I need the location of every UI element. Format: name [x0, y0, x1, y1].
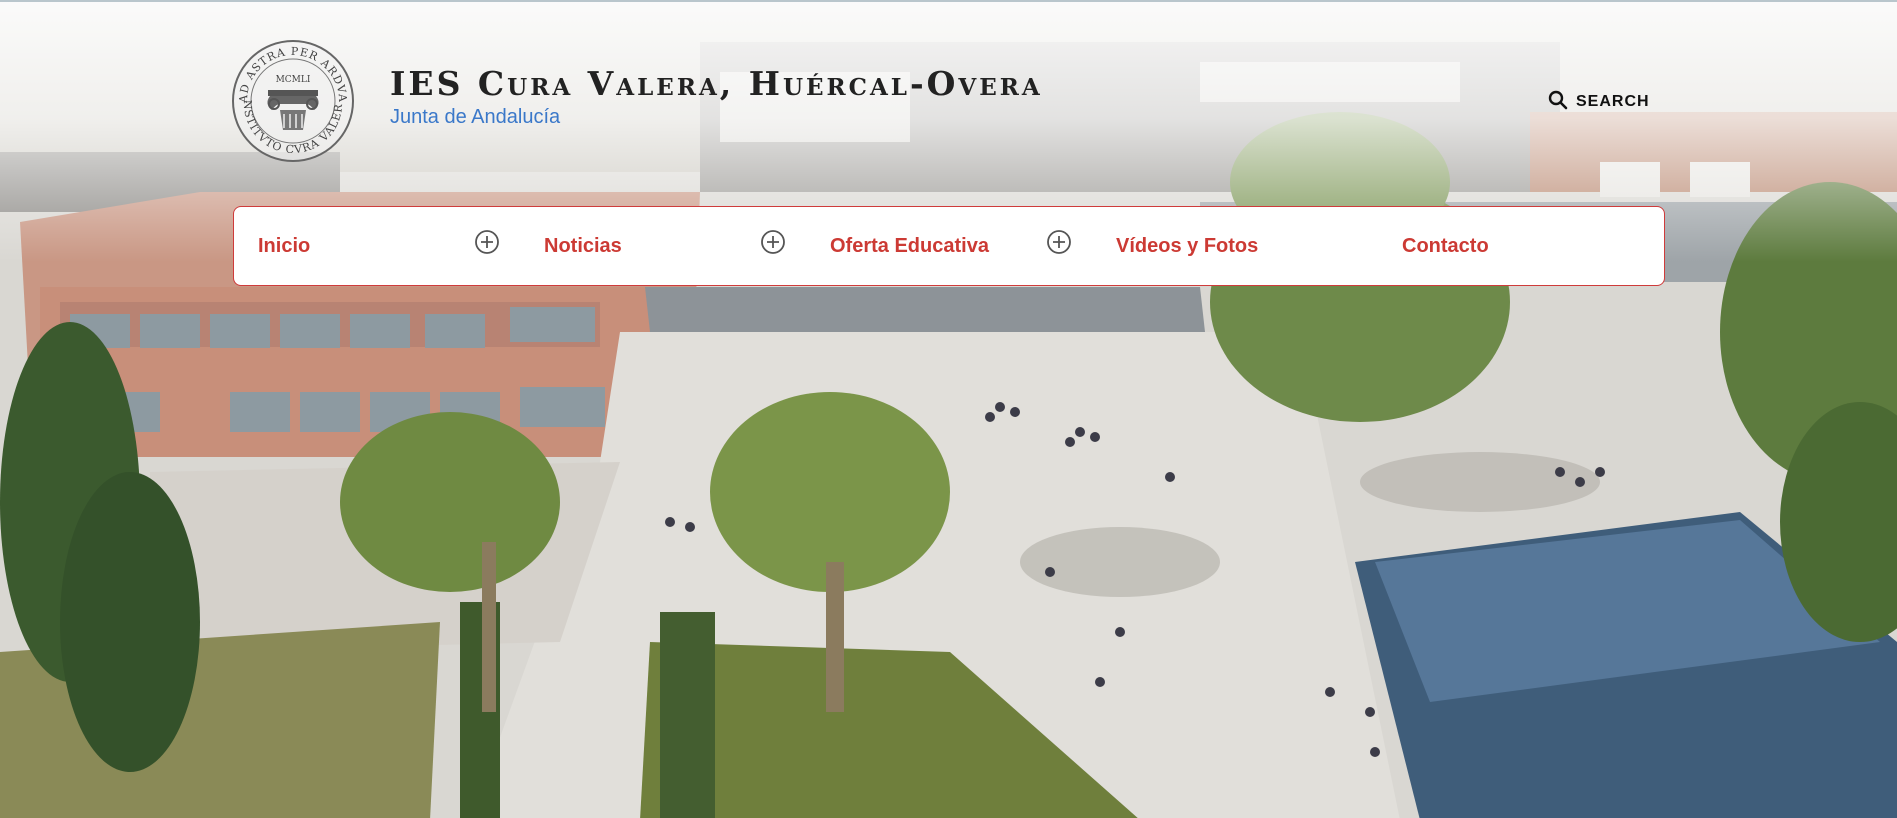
nav-item-inicio[interactable]: Inicio [258, 207, 310, 285]
page: AD ASTRA PER ARDVA INSTITVTO CVRA VALERA… [0, 0, 1897, 818]
plus-circle-icon[interactable] [1046, 229, 1072, 255]
nav-item-oferta-educativa[interactable]: Oferta Educativa [830, 207, 989, 285]
site-title[interactable]: IES Cura Valera, Huércal-Overa [390, 64, 1043, 103]
site-header: AD ASTRA PER ARDVA INSTITVTO CVRA VALERA… [0, 2, 1897, 202]
site-subtitle: Junta de Andalucía [390, 106, 561, 128]
nav-item-noticias[interactable]: Noticias [544, 207, 622, 285]
search-icon [1548, 90, 1568, 115]
primary-nav: Inicio Noticias Oferta Educativa Vídeos … [233, 206, 1665, 286]
plus-circle-icon[interactable] [474, 229, 500, 255]
school-logo[interactable]: AD ASTRA PER ARDVA INSTITVTO CVRA VALERA… [225, 28, 356, 164]
logo-year: MCMLI [276, 75, 311, 85]
search-label: SEARCH [1576, 93, 1650, 110]
nav-item-contacto[interactable]: Contacto [1402, 207, 1489, 285]
nav-item-videos-y-fotos[interactable]: Vídeos y Fotos [1116, 207, 1258, 285]
search-button[interactable]: SEARCH [1548, 90, 1650, 114]
plus-circle-icon[interactable] [760, 229, 786, 255]
